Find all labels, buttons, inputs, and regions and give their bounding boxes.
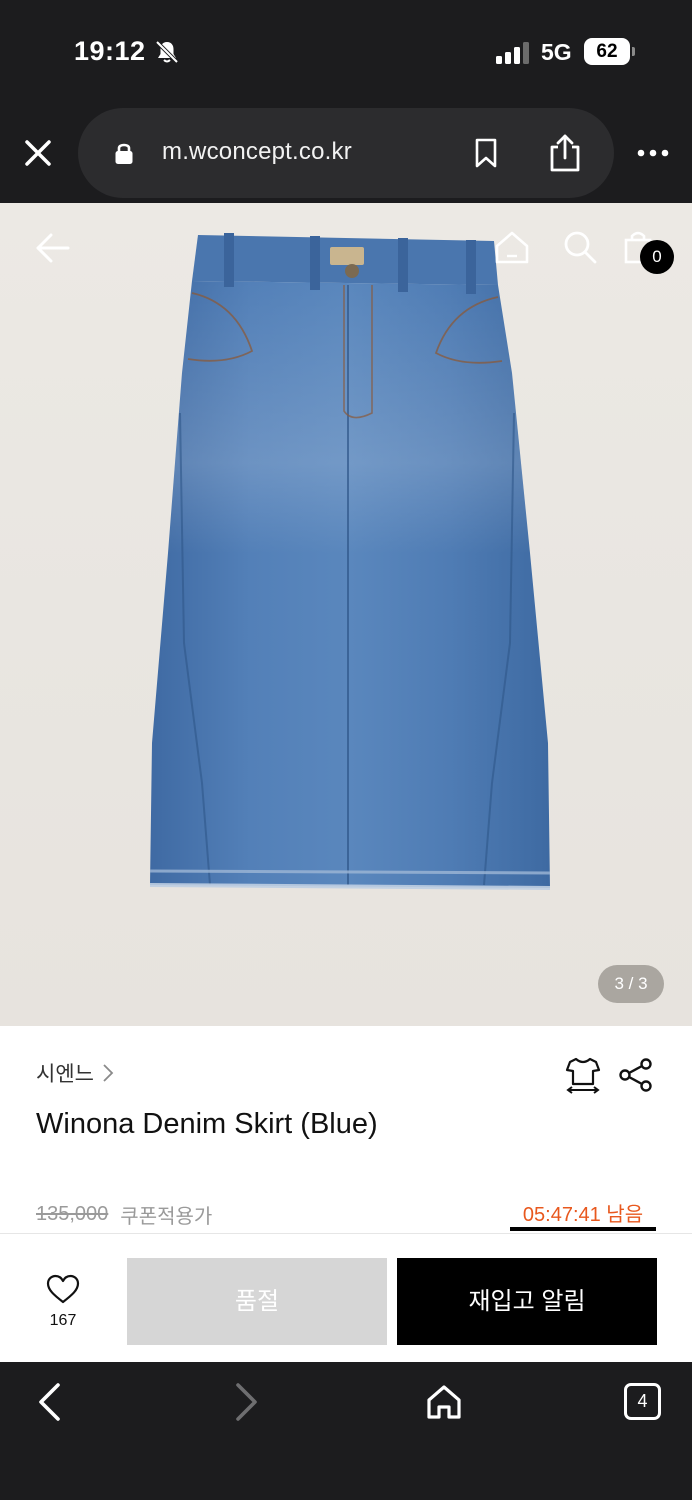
brand-link[interactable]: 시엔느 bbox=[36, 1058, 114, 1088]
more-icon[interactable] bbox=[636, 140, 670, 166]
search-icon[interactable] bbox=[562, 229, 598, 265]
coupon-price-label: 쿠폰적용가 bbox=[120, 1205, 213, 1228]
url-text: m.wconcept.co.kr bbox=[162, 138, 352, 165]
browser-toolbar: 4 bbox=[0, 1362, 692, 1500]
home-icon[interactable] bbox=[494, 229, 530, 265]
price-row: 135,000 쿠폰적용가 bbox=[36, 1200, 212, 1228]
bookmark-icon[interactable] bbox=[474, 138, 498, 168]
battery-icon: 62 bbox=[584, 38, 636, 65]
browser-home-icon[interactable] bbox=[426, 1384, 462, 1420]
product-title: Winona Denim Skirt (Blue) bbox=[36, 1108, 378, 1140]
bell-off-icon bbox=[155, 40, 179, 64]
timer-underline bbox=[510, 1227, 656, 1231]
signal-icon bbox=[496, 42, 529, 64]
like-count: 167 bbox=[49, 1312, 77, 1329]
sale-timer: 05:47:41 남음 bbox=[522, 1204, 644, 1226]
browser-back-icon[interactable] bbox=[36, 1382, 64, 1422]
network-type: 5G bbox=[541, 39, 572, 65]
battery-level: 62 bbox=[584, 38, 630, 65]
back-arrow-icon[interactable] bbox=[34, 229, 72, 267]
heart-icon bbox=[46, 1274, 80, 1304]
status-time: 19:12 bbox=[74, 36, 146, 66]
share-icon[interactable] bbox=[548, 133, 582, 173]
product-image bbox=[149, 233, 551, 890]
original-price: 135,000 bbox=[36, 1202, 109, 1225]
address-field[interactable]: m.wconcept.co.kr bbox=[78, 108, 614, 198]
restock-alert-button[interactable]: 재입고 알림 bbox=[397, 1258, 657, 1345]
purchase-action-bar: 167 품절 재입고 알림 bbox=[0, 1234, 692, 1362]
soldout-button[interactable]: 품절 bbox=[127, 1258, 387, 1345]
product-image-carousel[interactable]: 0 3 / 3 bbox=[0, 203, 692, 1026]
share-nodes-icon[interactable] bbox=[618, 1058, 654, 1092]
chevron-right-icon bbox=[103, 1064, 114, 1082]
tabs-button[interactable]: 4 bbox=[624, 1383, 661, 1420]
lock-icon bbox=[115, 143, 133, 164]
close-icon[interactable] bbox=[22, 137, 54, 169]
browser-forward-icon[interactable] bbox=[232, 1382, 260, 1422]
brand-name: 시엔느 bbox=[36, 1063, 94, 1086]
browser-url-bar: m.wconcept.co.kr bbox=[0, 100, 692, 203]
status-bar: 19:12 5G 62 bbox=[0, 0, 692, 100]
like-button[interactable]: 167 bbox=[28, 1274, 98, 1334]
cart-count-badge: 0 bbox=[640, 240, 674, 274]
slide-counter: 3 / 3 bbox=[598, 965, 664, 1003]
size-guide-icon[interactable] bbox=[564, 1056, 602, 1094]
